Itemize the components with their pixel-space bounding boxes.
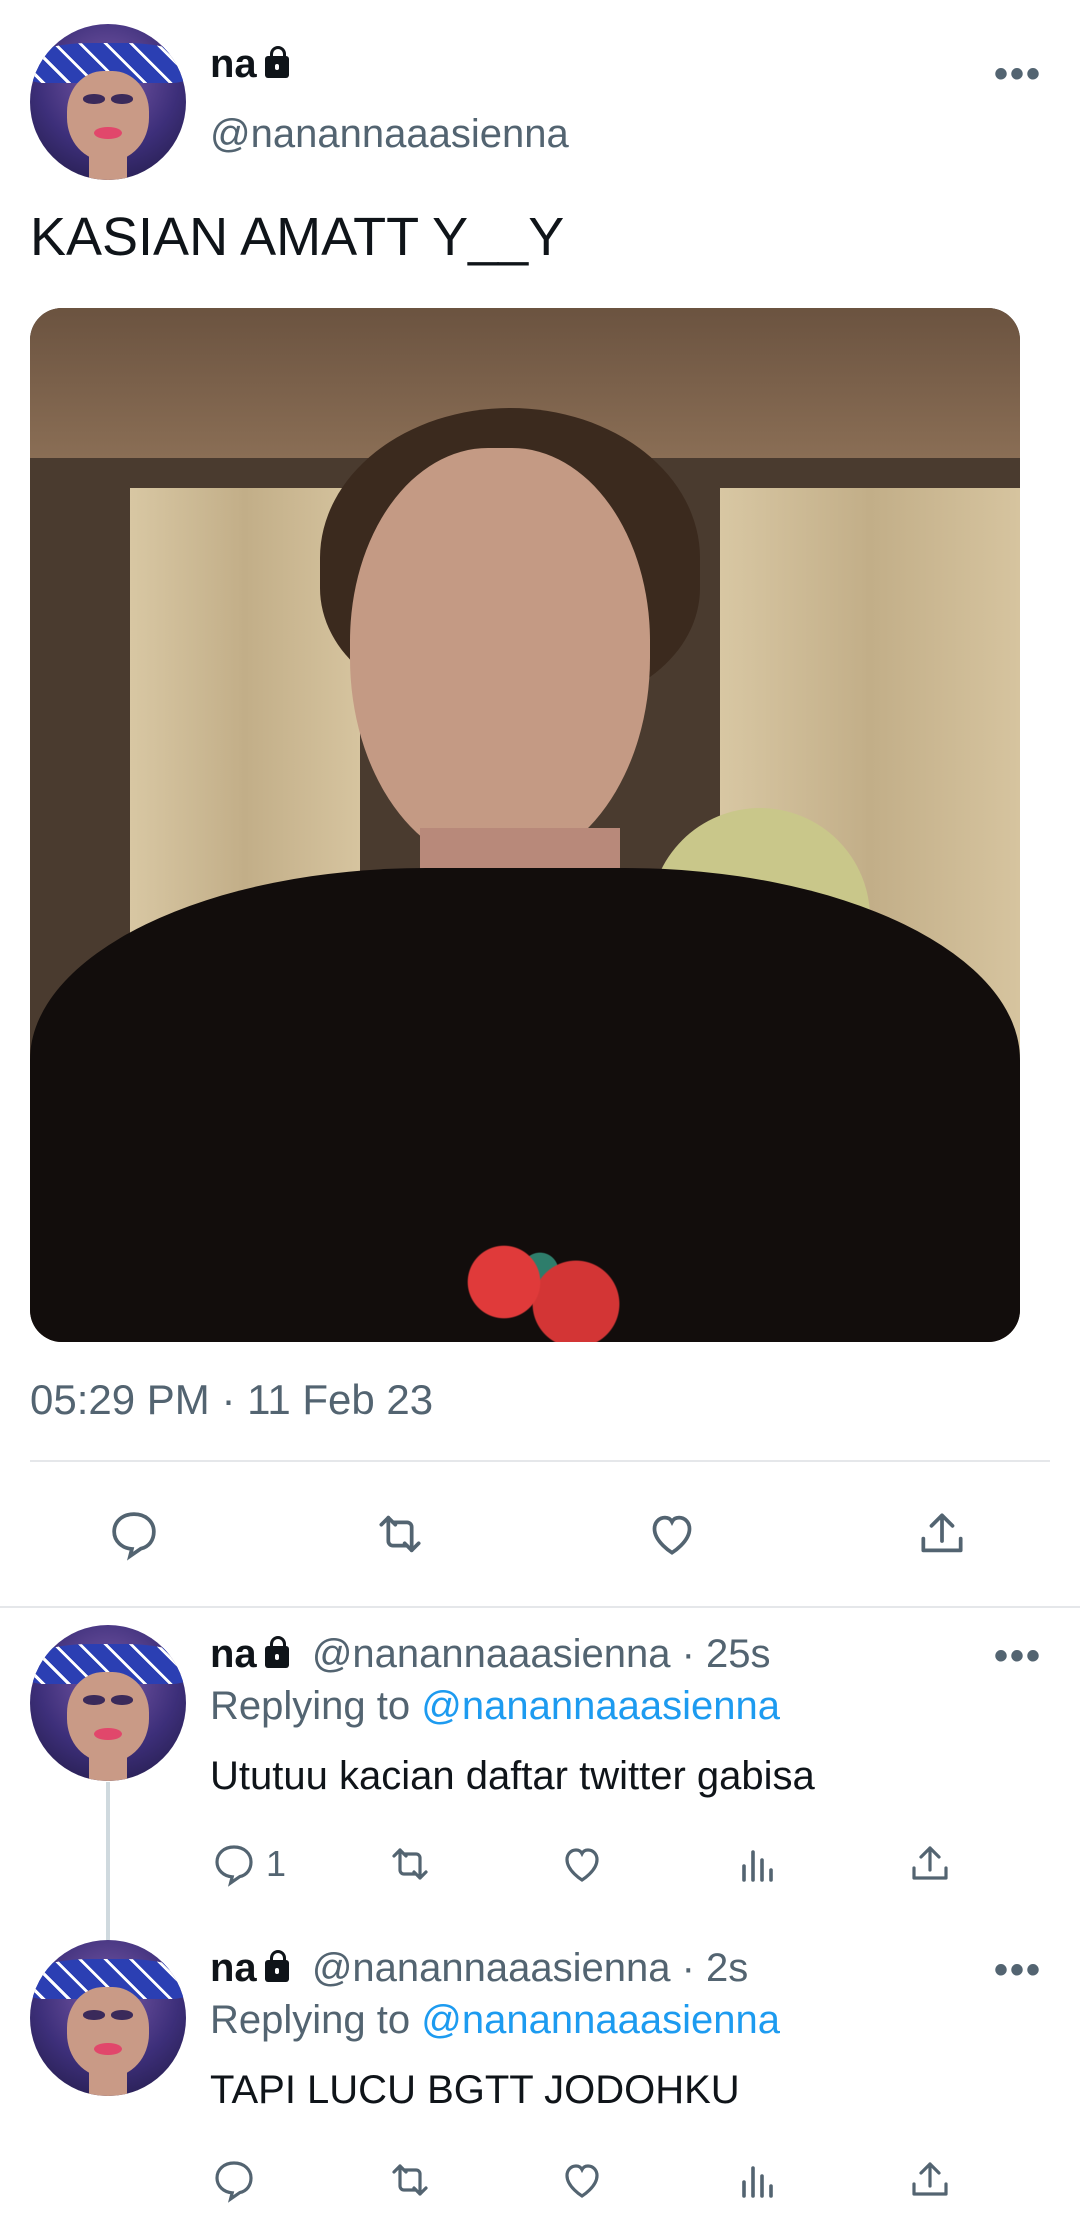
- views-icon: [742, 2166, 773, 2198]
- display-name[interactable]: na: [210, 42, 289, 87]
- like-icon: [652, 1515, 692, 1555]
- tweet-photo[interactable]: [30, 308, 1020, 1342]
- reply-text: Ututuu kacian daftar twitter gabisa: [210, 1754, 815, 1798]
- share-button[interactable]: [906, 2156, 954, 2204]
- section-divider: [0, 1606, 1080, 1608]
- reply-button[interactable]: [106, 1506, 162, 1562]
- handle[interactable]: @nanannaaasienna: [210, 112, 569, 157]
- views-button[interactable]: [734, 1840, 782, 1888]
- retweet-icon: [392, 2164, 428, 2196]
- tweet-text: KASIAN AMATT Y__Y: [30, 207, 565, 267]
- retweet-icon: [379, 1515, 421, 1553]
- more-icon[interactable]: •••: [994, 1948, 1042, 1993]
- divider: [30, 1460, 1050, 1462]
- retweet-icon: [392, 1848, 428, 1880]
- reply-icon: [112, 1512, 156, 1561]
- like-button[interactable]: [558, 2156, 606, 2204]
- views-button[interactable]: [734, 2156, 782, 2204]
- handle-time: @nanannaaasienna · 25s: [311, 1632, 771, 1676]
- replying-to: Replying to @nanannaaasienna: [210, 1998, 780, 2042]
- reply-count: 1: [266, 1843, 287, 1884]
- reply-button[interactable]: 1: [210, 1840, 286, 1888]
- share-icon: [912, 1846, 948, 1880]
- mention-link[interactable]: @nanannaaasienna: [421, 1684, 780, 1728]
- share-button[interactable]: [906, 1840, 954, 1888]
- reply-button[interactable]: [210, 2156, 266, 2204]
- thread-connector: [106, 1782, 110, 1942]
- views-icon: [742, 1850, 773, 1882]
- replying-to: Replying to @nanannaaasienna: [210, 1684, 780, 1728]
- share-icon: [921, 1513, 963, 1553]
- avatar[interactable]: [30, 1940, 186, 2096]
- lock-icon: [264, 1636, 289, 1668]
- reply-header[interactable]: na @nanannaaasienna · 2s: [210, 1946, 748, 1991]
- retweet-button[interactable]: [386, 1840, 434, 1888]
- more-icon[interactable]: •••: [994, 1634, 1042, 1679]
- retweet-button[interactable]: [372, 1506, 428, 1562]
- mention-link[interactable]: @nanannaaasienna: [421, 1998, 780, 2042]
- reply-header[interactable]: na @nanannaaasienna · 25s: [210, 1632, 771, 1677]
- share-button[interactable]: [914, 1506, 970, 1562]
- tweet-timestamp[interactable]: 05:29 PM · 11 Feb 23: [30, 1376, 433, 1424]
- reply-text: TAPI LUCU BGTT JODOHKU: [210, 2068, 740, 2112]
- like-icon: [565, 2164, 599, 2198]
- reply-icon: [215, 2161, 253, 2203]
- reply-icon: [215, 1845, 253, 1887]
- like-button[interactable]: [644, 1506, 700, 1562]
- like-button[interactable]: [558, 1840, 606, 1888]
- lock-icon: [264, 46, 289, 78]
- handle-time: @nanannaaasienna · 2s: [311, 1946, 749, 1990]
- share-icon: [912, 2162, 948, 2196]
- lock-icon: [264, 1950, 289, 1982]
- avatar[interactable]: [30, 24, 186, 180]
- more-icon[interactable]: •••: [994, 52, 1042, 97]
- avatar[interactable]: [30, 1625, 186, 1781]
- like-icon: [565, 1848, 599, 1882]
- retweet-button[interactable]: [386, 2156, 434, 2204]
